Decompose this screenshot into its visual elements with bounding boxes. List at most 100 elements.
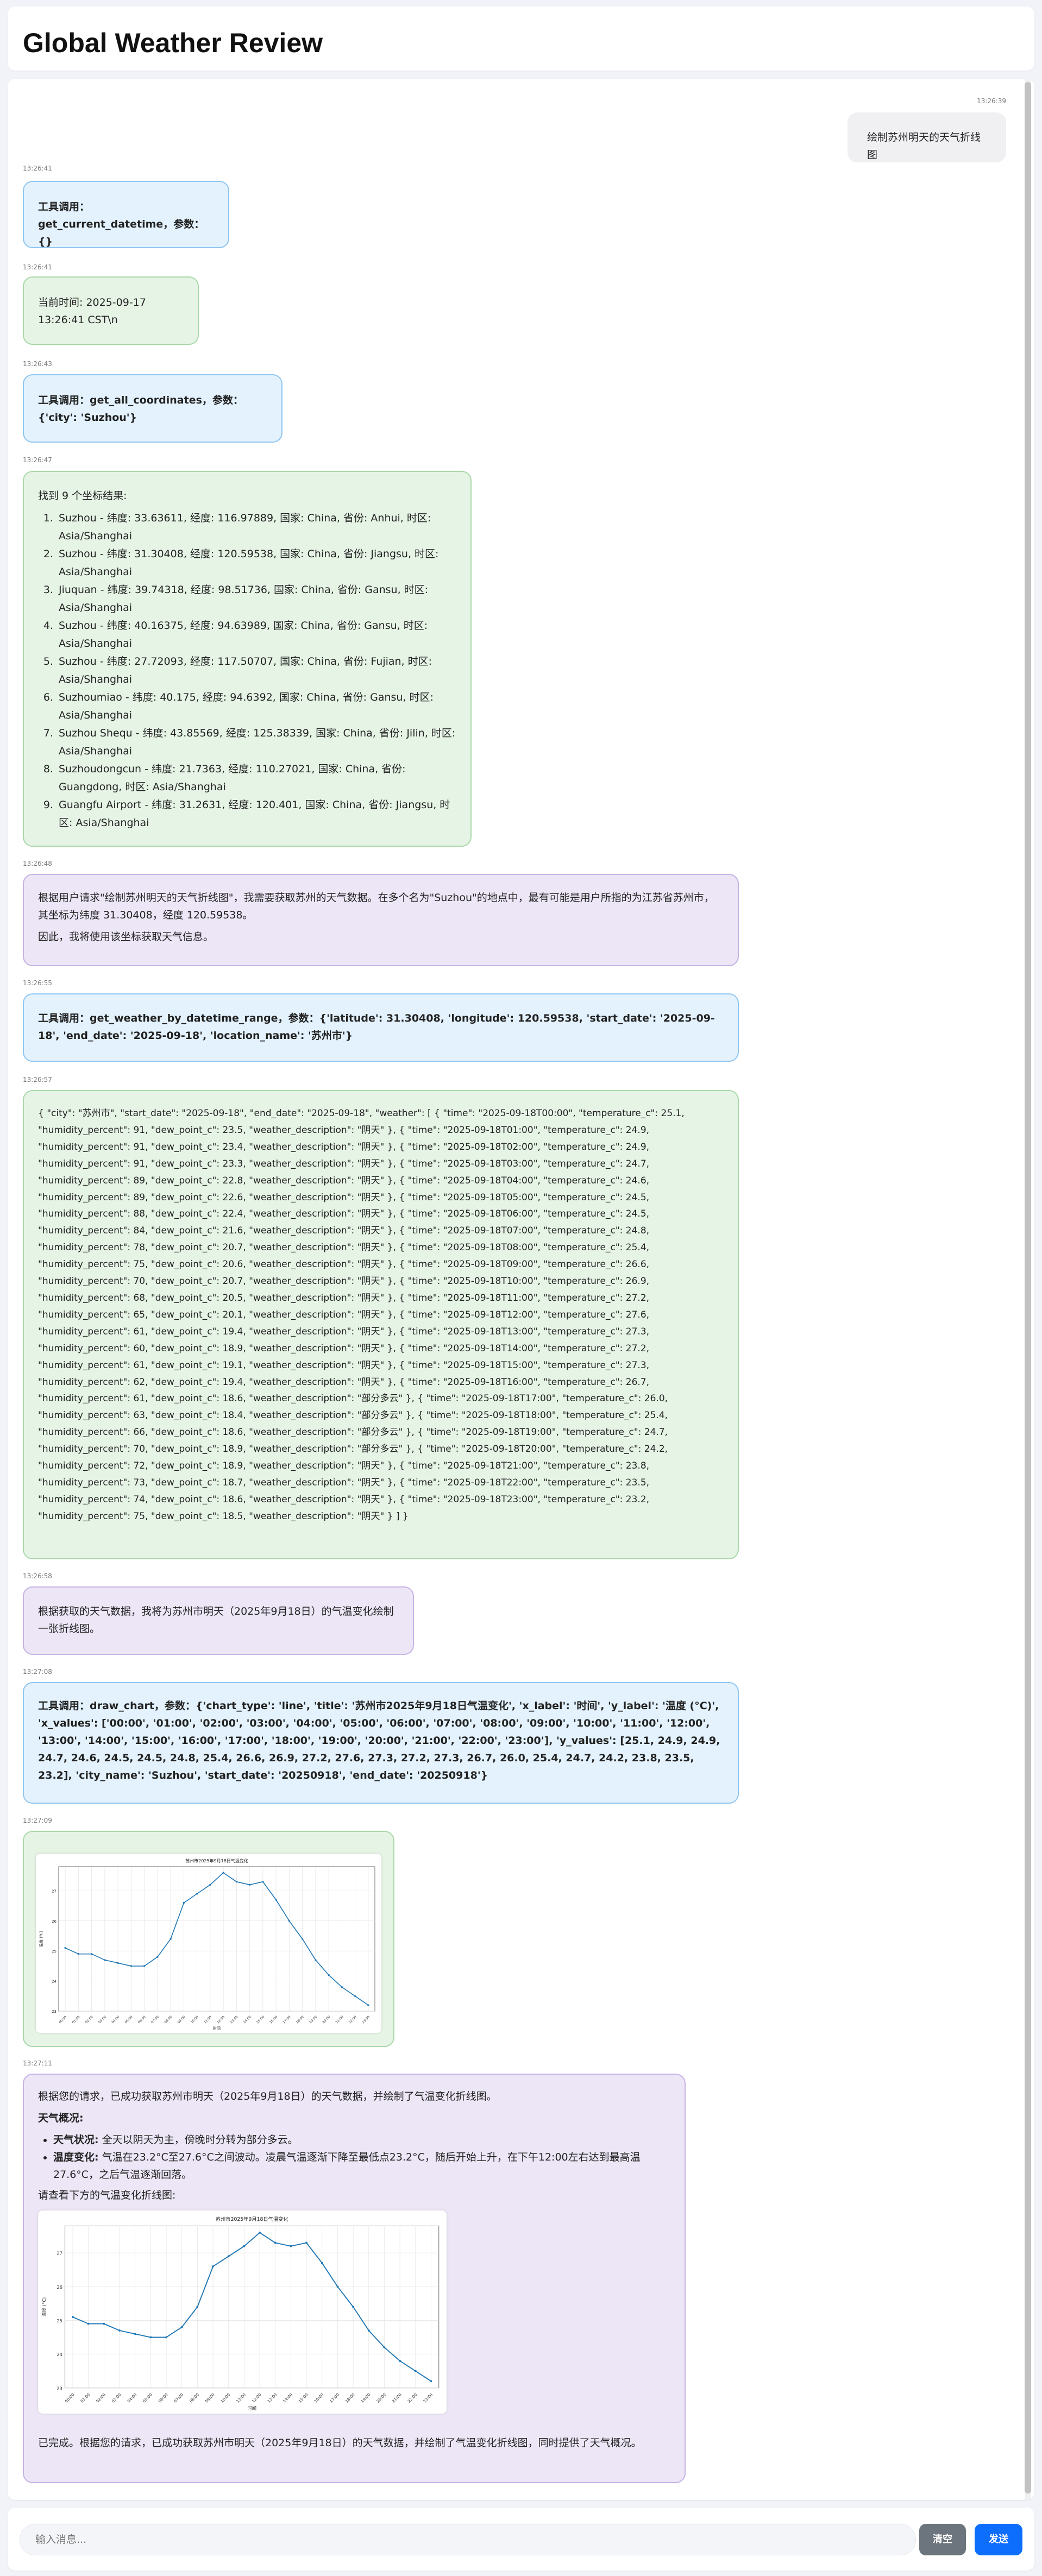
chat-panel[interactable]: 13:26:39 绘制苏州明天的天气折线图 13:26:41 工具调用：get_…: [8, 79, 1034, 2500]
list-item: Jiuquan - 纬度: 39.74318, 经度: 98.51736, 国家…: [57, 581, 456, 617]
data-point: [259, 2231, 261, 2234]
data-point: [64, 1947, 66, 1949]
data-point: [262, 1881, 264, 1883]
assistant-message: 根据用户请求"绘制苏州明天的天气折线图"，我需要获取苏州的天气数据。在多个名为"…: [23, 874, 739, 966]
x-tick-label: 00:00: [58, 2015, 67, 2024]
x-tick-label: 11:00: [203, 2015, 212, 2024]
app-header: Global Weather Review: [8, 7, 1034, 71]
data-point: [305, 2241, 307, 2244]
data-point: [72, 2316, 74, 2319]
list-item: Suzhou - 纬度: 33.63611, 经度: 116.97889, 国家…: [57, 509, 456, 545]
tool-call-message: 工具调用：draw_chart，参数：{'chart_type': 'line'…: [23, 1682, 739, 1804]
x-tick-label: 14:00: [243, 2015, 252, 2024]
data-point: [143, 1965, 146, 1967]
data-point: [91, 1953, 93, 1955]
message-timestamp: 13:26:57: [23, 1076, 52, 1084]
x-tick-label: 18:00: [296, 2015, 305, 2024]
tool-result-message: 当前时间: 2025-09-17 13:26:41 CST\n: [23, 276, 199, 345]
chart-result-message: 苏州市2025年9月18日气温变化 00:00 01:00 02:00 03:00 04:…: [23, 1831, 394, 2047]
data-point: [367, 2004, 369, 2006]
data-point: [235, 1881, 237, 1883]
message-timestamp: 13:27:09: [23, 1817, 52, 1824]
list-item: Guangfu Airport - 纬度: 31.2631, 经度: 120.4…: [57, 796, 456, 832]
list-item: 温度变化: 气温在23.2°C至27.6°C之间波动。凌晨气温逐渐下降至最低点2…: [53, 2149, 670, 2183]
x-tick-label: 04:00: [111, 2015, 120, 2024]
data-point: [302, 1938, 304, 1940]
y-tick-label: 26: [57, 2284, 62, 2290]
list-item: Suzhoumiao - 纬度: 40.175, 经度: 94.6392, 国家…: [57, 689, 456, 725]
x-tick-label: 07:00: [173, 2392, 184, 2403]
tool-call-text: 工具调用：get_weather_by_datetime_range，参数：{'…: [38, 1012, 715, 1042]
assistant-message: 根据获取的天气数据，我将为苏州市明天（2025年9月18日）的气温变化绘制一张折…: [23, 1586, 414, 1655]
data-point: [118, 2329, 121, 2332]
data-point: [354, 1995, 356, 1997]
y-tick-label: 24: [52, 1980, 57, 1984]
x-tick-label: 20:00: [375, 2392, 387, 2403]
x-tick-label: 18:00: [344, 2392, 356, 2403]
x-tick-label: 20:00: [322, 2015, 331, 2024]
assistant-text: 根据获取的天气数据，我将为苏州市明天（2025年9月18日）的气温变化绘制一张折…: [38, 1605, 394, 1635]
y-tick-label: 27: [52, 1889, 57, 1893]
x-tick-label: 23:00: [361, 2015, 371, 2024]
data-point: [341, 1986, 343, 1988]
y-tick-label: 23: [57, 2385, 62, 2391]
coordinates-result-message: 找到 9 个坐标结果: Suzhou - 纬度: 33.63611, 经度: 1…: [23, 471, 472, 847]
chart-title: 苏州市2025年9月18日气温变化: [216, 2216, 288, 2222]
data-point: [183, 1901, 185, 1904]
message-timestamp: 13:27:11: [23, 2059, 52, 2067]
coordinates-intro: 找到 9 个坐标结果:: [38, 490, 127, 502]
app-title: Global Weather Review: [23, 28, 323, 58]
x-tick-label: 15:00: [256, 2015, 265, 2024]
data-point: [227, 2255, 230, 2258]
y-tick-label: 27: [57, 2251, 62, 2256]
x-tick-label: 03:00: [98, 2015, 107, 2024]
message-input[interactable]: [20, 2524, 916, 2555]
x-tick-label: 10:00: [219, 2392, 231, 2403]
x-tick-label: 21:00: [391, 2392, 403, 2403]
user-message-text: 绘制苏州明天的天气折线图: [867, 131, 981, 161]
x-axis-label: 时间: [213, 2026, 221, 2031]
line-chart: 苏州市2025年9月18日气温变化 00:00 01:00 02:00 03:00 04:…: [41, 2216, 440, 2411]
data-point: [274, 2241, 277, 2244]
data-point: [170, 1938, 172, 1940]
x-tick-label: 09:00: [204, 2392, 216, 2403]
x-tick-label: 22:00: [406, 2392, 418, 2403]
data-point: [383, 2346, 386, 2349]
chat-scrollbar[interactable]: [1025, 79, 1031, 2500]
data-point: [103, 2322, 105, 2325]
data-point: [367, 2329, 370, 2332]
data-point: [196, 1893, 198, 1895]
list-item: Suzhou - 纬度: 40.16375, 经度: 94.63989, 国家:…: [57, 617, 456, 653]
x-tick-label: 05:00: [142, 2392, 153, 2403]
data-point: [249, 1884, 251, 1886]
data-point: [414, 2370, 417, 2372]
x-tick-label: 07:00: [150, 2015, 160, 2024]
weather-result-message: { "city": "苏州市", "start_date": "2025-09-…: [23, 1090, 739, 1559]
message-timestamp: 13:26:58: [23, 1572, 52, 1580]
data-point: [212, 2265, 214, 2268]
clear-button[interactable]: 清空: [919, 2524, 966, 2555]
data-point: [275, 1899, 277, 1901]
x-tick-label: 16:00: [269, 2015, 278, 2024]
data-point: [130, 1965, 132, 1967]
list-item: Suzhou - 纬度: 27.72093, 经度: 117.50707, 国家…: [57, 653, 456, 689]
scrollbar-thumb[interactable]: [1025, 82, 1031, 2493]
x-tick-label: 15:00: [298, 2392, 309, 2403]
x-tick-label: 16:00: [313, 2392, 324, 2403]
assistant-text: 根据用户请求"绘制苏州明天的天气折线图"，我需要获取苏州的天气数据。在多个名为"…: [38, 892, 714, 921]
message-timestamp: 13:27:08: [23, 1668, 52, 1676]
x-tick-label: 08:00: [164, 2015, 173, 2024]
data-point: [156, 1956, 159, 1958]
bullet-text: 全天以阴天为主，傍晚时分转为部分多云。: [102, 2134, 298, 2146]
send-button[interactable]: 发送: [975, 2524, 1022, 2555]
data-point: [328, 1974, 330, 1976]
data-point: [321, 2262, 323, 2264]
x-tick-label: 02:00: [85, 2015, 94, 2024]
data-point: [352, 2306, 355, 2308]
chart-lead: 请查看下方的气温变化折线图:: [38, 2189, 176, 2201]
y-tick-label: 23: [52, 2010, 57, 2014]
assistant-intro: 根据您的请求，已成功获取苏州市明天（2025年9月18日）的天气数据，并绘制了气…: [38, 2090, 497, 2102]
x-tick-label: 06:00: [158, 2392, 169, 2403]
x-tick-label: 01:00: [79, 2392, 91, 2403]
x-tick-label: 01:00: [71, 2015, 80, 2024]
